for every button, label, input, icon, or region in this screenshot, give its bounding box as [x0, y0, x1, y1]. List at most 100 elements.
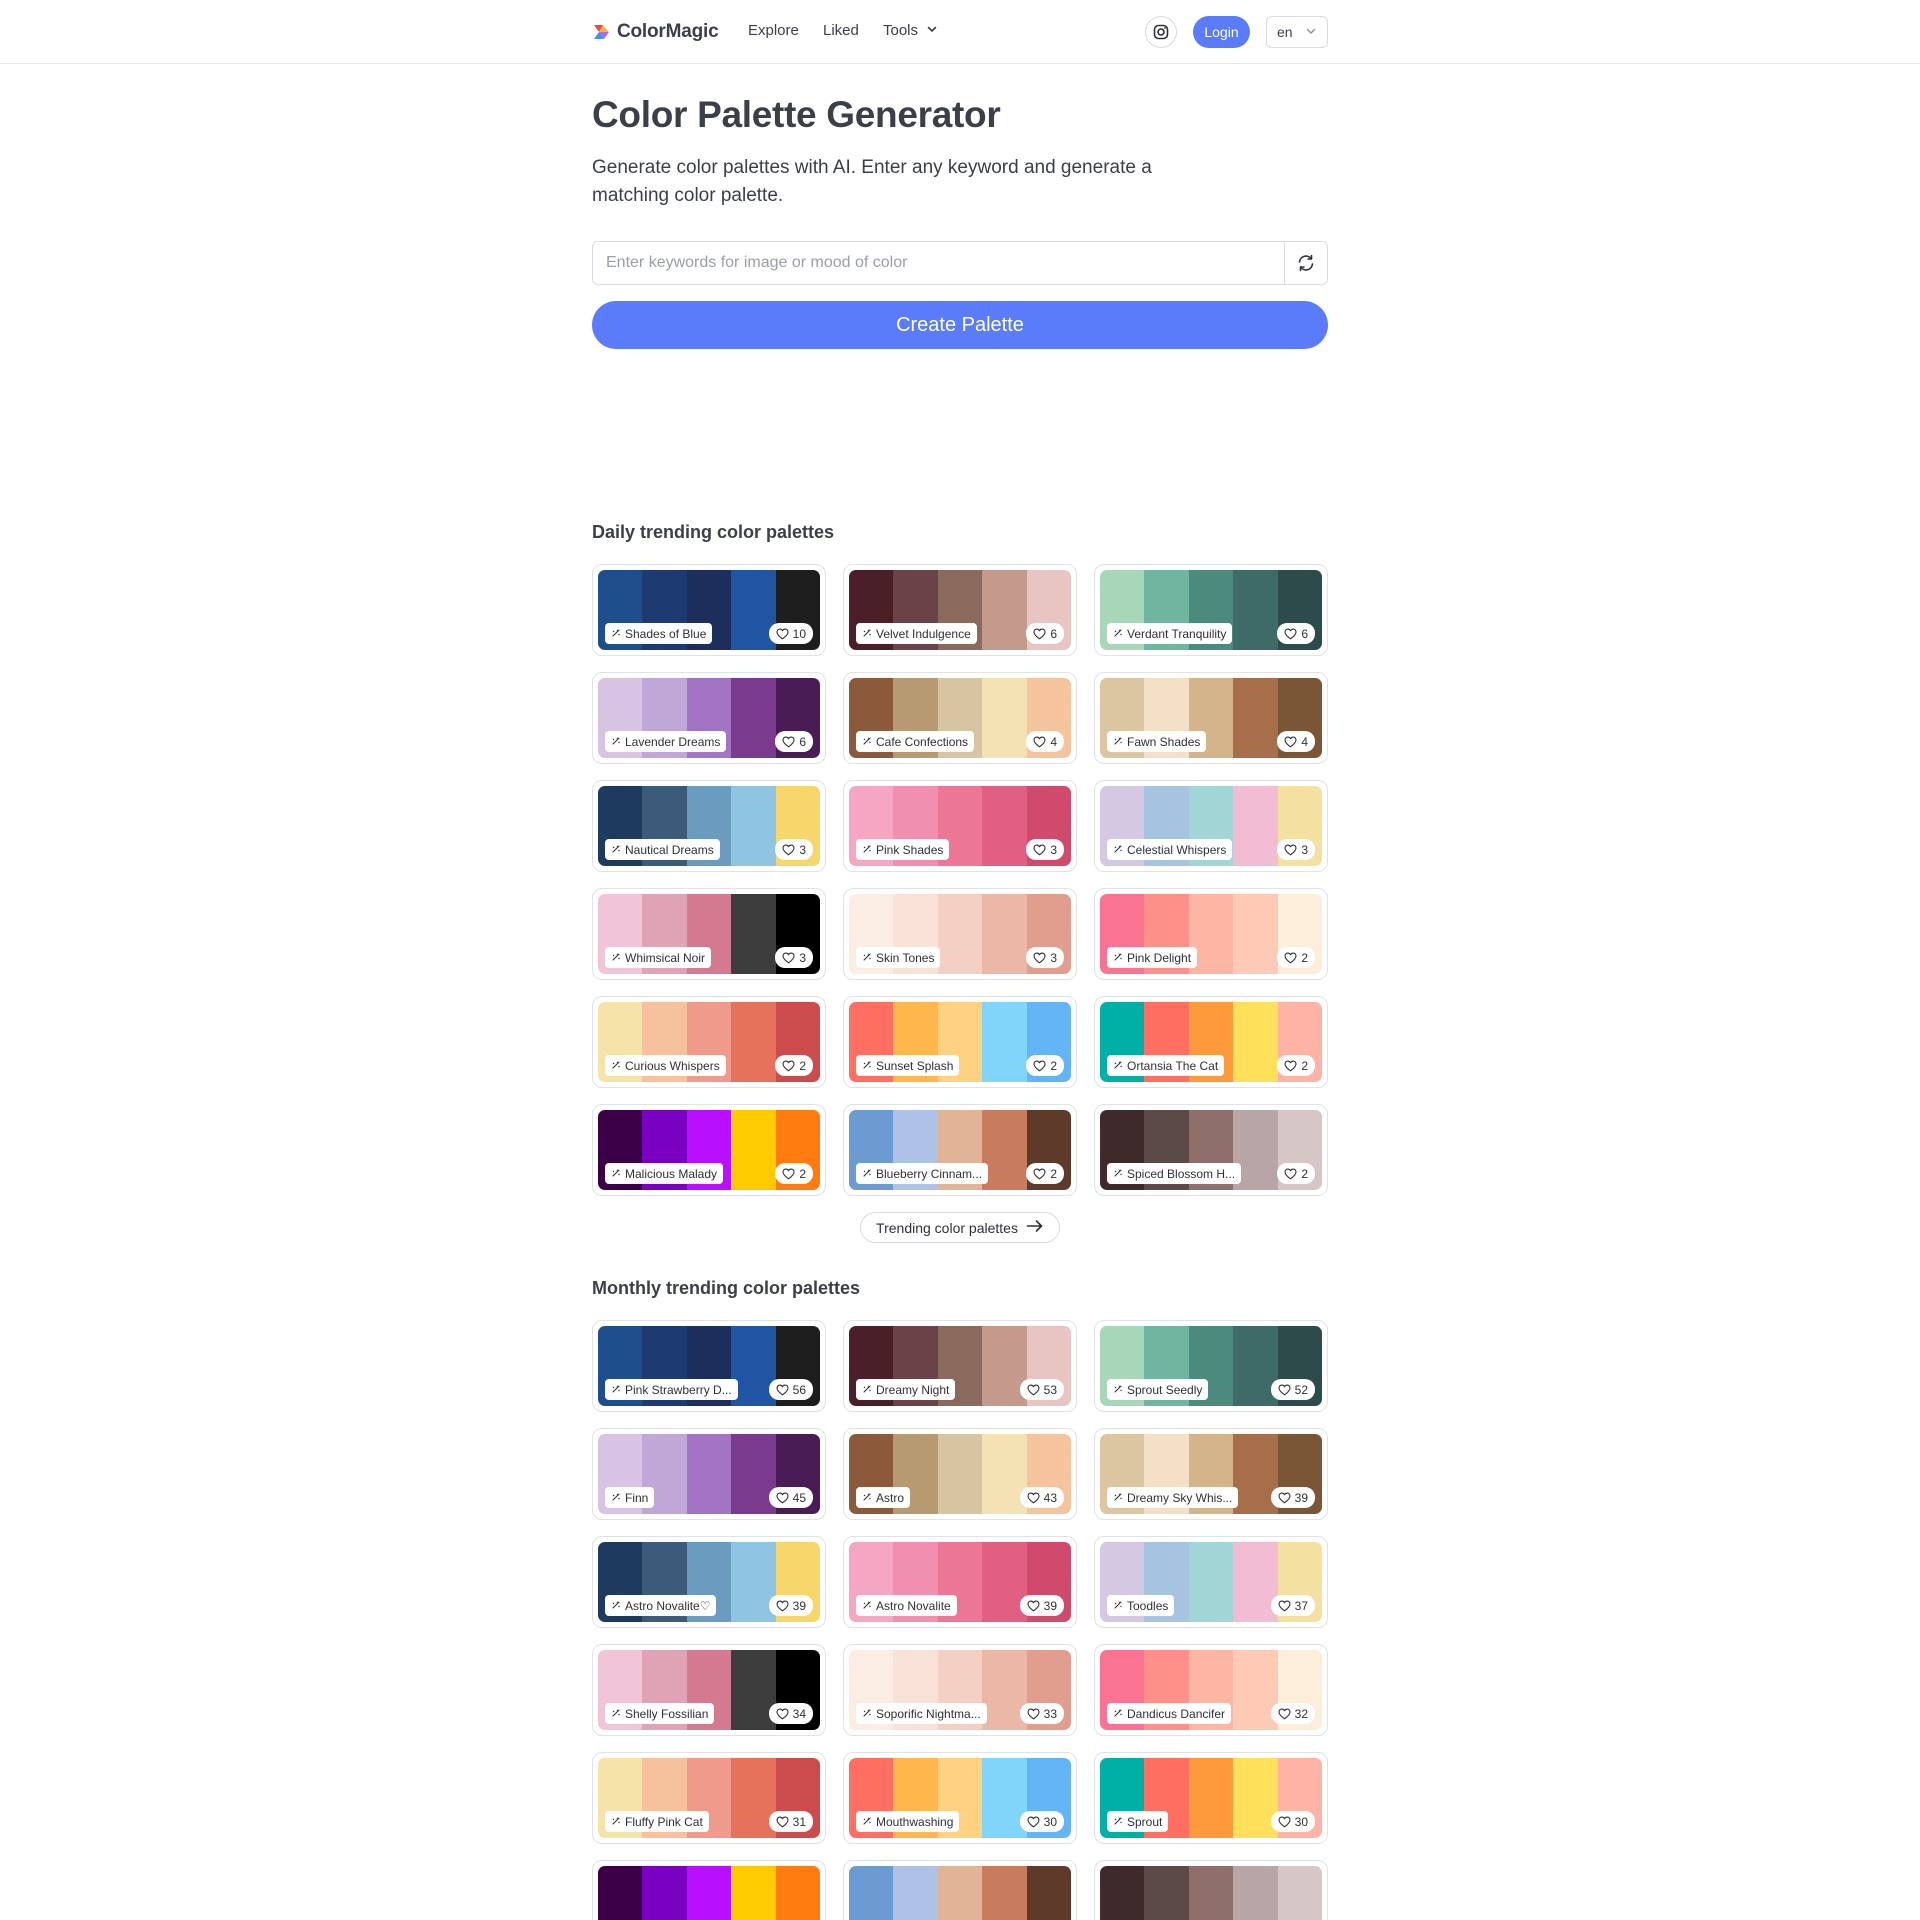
like-button[interactable]: 30 — [1270, 1811, 1315, 1832]
palette-name-badge[interactable]: Dreamy Sky Whis... — [1107, 1487, 1239, 1508]
like-button[interactable]: 32 — [1270, 1703, 1315, 1724]
palette-name-badge[interactable]: Nautical Dreams — [605, 839, 720, 860]
like-button[interactable]: 3 — [1277, 839, 1315, 860]
like-button[interactable]: 53 — [1019, 1379, 1064, 1400]
color-swatch[interactable] — [1277, 1866, 1322, 1920]
palette-name-badge[interactable]: Pink Strawberry D... — [605, 1379, 738, 1400]
keyword-input[interactable] — [593, 242, 1284, 284]
like-button[interactable]: 31 — [768, 1811, 813, 1832]
palette-name-badge[interactable]: Skin Tones — [856, 947, 941, 968]
brand-logo[interactable]: ColorMagic — [592, 19, 719, 45]
like-button[interactable]: 2 — [1026, 1163, 1064, 1184]
like-button[interactable]: 56 — [768, 1379, 813, 1400]
palette-name-badge[interactable]: Fluffy Pink Cat — [605, 1811, 709, 1832]
color-swatch[interactable] — [731, 894, 776, 974]
palette-name-badge[interactable]: Lavender Dreams — [605, 731, 727, 752]
like-button[interactable]: 30 — [1019, 1811, 1064, 1832]
like-button[interactable]: 4 — [1277, 731, 1315, 752]
color-swatch[interactable] — [982, 786, 1027, 866]
palette-card[interactable]: Sprout Seedly 52 — [1094, 1320, 1328, 1412]
like-button[interactable]: 6 — [1026, 623, 1064, 644]
palette-name-badge[interactable]: Shelly Fossilian — [605, 1703, 715, 1724]
like-button[interactable]: 10 — [768, 623, 813, 644]
palette-card[interactable]: Shelly Fossilian 34 — [592, 1644, 826, 1736]
color-swatch[interactable] — [642, 1866, 687, 1920]
palette-card[interactable]: Verdant Tranquility 6 — [1094, 564, 1328, 656]
trending-palettes-link[interactable]: Trending color palettes — [860, 1212, 1060, 1243]
palette-name-badge[interactable]: Verdant Tranquility — [1107, 623, 1233, 644]
color-swatch[interactable] — [982, 894, 1027, 974]
palette-card[interactable]: Astro Novalite♡ 39 — [592, 1536, 826, 1628]
like-button[interactable]: 34 — [768, 1703, 813, 1724]
palette-name-badge[interactable]: Dreamy Night — [856, 1379, 956, 1400]
like-button[interactable]: 2 — [1277, 1055, 1315, 1076]
color-swatch[interactable] — [775, 1866, 820, 1920]
color-swatch[interactable] — [686, 1434, 732, 1514]
color-swatch[interactable] — [1026, 1866, 1071, 1920]
palette-card[interactable]: Ortansia The Cat 2 — [1094, 996, 1328, 1088]
nav-explore[interactable]: Explore — [748, 22, 799, 39]
palette-name-badge[interactable]: Pink Shades — [856, 839, 950, 860]
like-button[interactable]: 45 — [768, 1487, 813, 1508]
palette-card[interactable]: Spiced Blossom H... 2 — [1094, 1104, 1328, 1196]
color-swatch[interactable] — [686, 1866, 732, 1920]
palette-name-badge[interactable]: Sprout — [1107, 1811, 1169, 1832]
palette-card[interactable]: Shades of Blue 10 — [592, 564, 826, 656]
color-swatch[interactable] — [982, 1866, 1027, 1920]
palette-name-badge[interactable]: Sprout Seedly — [1107, 1379, 1209, 1400]
palette-name-badge[interactable]: Dandicus Dancifer — [1107, 1703, 1232, 1724]
palette-card[interactable] — [843, 1860, 1077, 1920]
color-swatch[interactable] — [893, 1866, 938, 1920]
palette-card[interactable]: Dandicus Dancifer 32 — [1094, 1644, 1328, 1736]
palette-card[interactable]: Sprout 30 — [1094, 1752, 1328, 1844]
palette-name-badge[interactable]: Fawn Shades — [1107, 731, 1207, 752]
color-swatch[interactable] — [937, 894, 983, 974]
like-button[interactable]: 3 — [775, 839, 813, 860]
palette-name-badge[interactable]: Sunset Splash — [856, 1055, 960, 1076]
palette-name-badge[interactable]: Celestial Whispers — [1107, 839, 1233, 860]
instagram-icon[interactable] — [1145, 16, 1177, 48]
color-swatch[interactable] — [849, 1866, 894, 1920]
palette-card[interactable]: Whimsical Noir 3 — [592, 888, 826, 980]
color-swatch[interactable] — [1100, 1866, 1145, 1920]
palette-name-badge[interactable]: Shades of Blue — [605, 623, 713, 644]
palette-card[interactable]: Nautical Dreams 3 — [592, 780, 826, 872]
color-swatch[interactable] — [1233, 894, 1278, 974]
color-swatch[interactable] — [937, 1866, 983, 1920]
like-button[interactable]: 2 — [1277, 947, 1315, 968]
like-button[interactable]: 3 — [775, 947, 813, 968]
palette-card[interactable]: Cafe Confections 4 — [843, 672, 1077, 764]
login-button[interactable]: Login — [1193, 16, 1250, 48]
palette-card[interactable]: Toodles 37 — [1094, 1536, 1328, 1628]
color-swatch[interactable] — [731, 1110, 776, 1190]
palette-card[interactable]: Pink Delight 2 — [1094, 888, 1328, 980]
like-button[interactable]: 39 — [1019, 1595, 1064, 1616]
palette-name-badge[interactable]: Finn — [605, 1487, 655, 1508]
palette-name-badge[interactable]: Velvet Indulgence — [856, 623, 977, 644]
palette-name-badge[interactable]: Cafe Confections — [856, 731, 975, 752]
palette-card[interactable]: Finn 45 — [592, 1428, 826, 1520]
color-swatch[interactable] — [982, 570, 1027, 650]
color-swatch[interactable] — [1144, 1866, 1189, 1920]
palette-name-badge[interactable]: Mouthwashing — [856, 1811, 960, 1832]
palette-card[interactable]: Pink Shades 3 — [843, 780, 1077, 872]
like-button[interactable]: 39 — [768, 1595, 813, 1616]
palette-card[interactable]: Astro 43 — [843, 1428, 1077, 1520]
palette-card[interactable]: Skin Tones 3 — [843, 888, 1077, 980]
palette-card[interactable]: Pink Strawberry D... 56 — [592, 1320, 826, 1412]
color-swatch[interactable] — [731, 786, 776, 866]
color-swatch[interactable] — [1233, 1002, 1278, 1082]
language-select[interactable]: en — [1266, 16, 1328, 48]
color-swatch[interactable] — [937, 1434, 983, 1514]
palette-card[interactable]: Mouthwashing 30 — [843, 1752, 1077, 1844]
like-button[interactable]: 33 — [1019, 1703, 1064, 1724]
color-swatch[interactable] — [731, 1002, 776, 1082]
like-button[interactable]: 39 — [1270, 1487, 1315, 1508]
like-button[interactable]: 2 — [1026, 1055, 1064, 1076]
like-button[interactable]: 3 — [1026, 839, 1064, 860]
palette-card[interactable]: Fluffy Pink Cat 31 — [592, 1752, 826, 1844]
color-swatch[interactable] — [598, 1866, 643, 1920]
create-palette-button[interactable]: Create Palette — [592, 301, 1328, 349]
palette-name-badge[interactable]: Curious Whispers — [605, 1055, 726, 1076]
color-swatch[interactable] — [1233, 1866, 1278, 1920]
